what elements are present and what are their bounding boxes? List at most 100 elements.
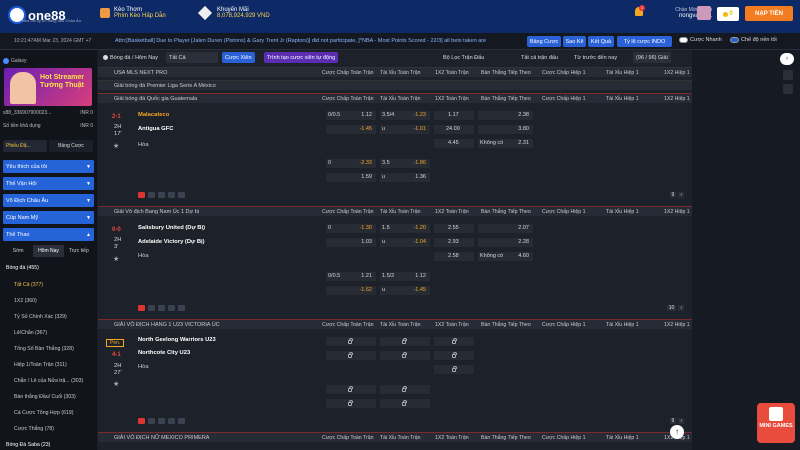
stats-icon[interactable]	[148, 192, 155, 198]
favorite-star-icon[interactable]: ★	[113, 255, 119, 263]
odds-alt-under[interactable]: u 1.36	[380, 173, 430, 182]
match-filter[interactable]: Bộ Lọc Trận Đấu	[440, 52, 487, 63]
league-row-mexico[interactable]: Giải bóng đá Premier Liga Serie A México	[98, 80, 692, 90]
results-button[interactable]: Kết Quả	[588, 36, 614, 47]
live-tv-icon[interactable]	[138, 192, 145, 198]
quick-bet-toggle[interactable]: Cược Nhanh	[679, 37, 722, 43]
odds-under[interactable]: u -1.01	[380, 125, 430, 134]
league-header-guatemala[interactable]: Giải bóng đá Quốc gia Guatemala Cược Chấ…	[98, 93, 692, 103]
more-markets[interactable]: 9 ›	[669, 192, 684, 198]
tab-live[interactable]: Trực tiếp	[64, 245, 94, 257]
sidebar-item-1x2[interactable]: 1X2 (360)	[14, 298, 37, 304]
odds-1x2-home[interactable]: 2.55	[434, 224, 474, 233]
league-header-south-australia[interactable]: Giải Vô địch Bang Nam Úc 1 Dự bị Cược Ch…	[98, 206, 692, 216]
odds-handicap-home[interactable]: 0 -1.30	[326, 224, 376, 233]
promo-hot-odds[interactable]: Kèo Thơm Phím Kèo Hấp Dẫn	[100, 7, 166, 19]
parlay-select[interactable]: Cược Xiên	[222, 52, 255, 63]
sport-saba-soccer[interactable]: Bóng Đá Saba (23)	[6, 442, 50, 448]
promo-bonus[interactable]: Khuyến Mãi 8,078,924,929 VND	[197, 5, 270, 21]
category-copa-america[interactable]: Cúp Nam Mỹ ▼	[3, 211, 94, 224]
sidebar-item-half-odd-even[interactable]: Chẵn / Lẻ của Nửa trậ... (303)	[14, 378, 83, 384]
sidebar-item-correct-score[interactable]: Tỷ Số Chính Xác (329)	[14, 314, 67, 320]
odds-alt-under[interactable]: u -1.45	[380, 286, 430, 295]
odds-format-select[interactable]: Tỷ lệ cược INDO	[617, 36, 672, 47]
odds-alt-handicap-away[interactable]: -1.62	[326, 286, 376, 295]
side-tool-button[interactable]	[783, 84, 793, 94]
announcement-text[interactable]: Attn:[Basketball] Due to Player [Jalen D…	[115, 38, 525, 44]
odds-alt-over[interactable]: 1.5/2 1.12	[380, 272, 430, 281]
avatar[interactable]	[697, 6, 711, 20]
all-select[interactable]: Tất Cả	[166, 52, 218, 63]
odds-over[interactable]: 1.5 -1.20	[380, 224, 430, 233]
pitch-icon[interactable]	[158, 192, 165, 198]
more-markets[interactable]: 9 ›	[669, 418, 684, 424]
galaxy-link[interactable]: Galaxy	[3, 56, 93, 66]
statement-button[interactable]: Sao Kê	[563, 36, 586, 47]
league-header-victoria-u23[interactable]: GIẢI VÔ ĐỊCH HẠNG 1 U23 VICTORIA ÚC Cược…	[98, 319, 692, 329]
odds-alt-handicap-home[interactable]: 0 -2.33	[326, 159, 376, 168]
favorite-star-icon[interactable]: ★	[113, 142, 119, 150]
info-icon[interactable]	[178, 192, 185, 198]
odds-handicap-home[interactable]: 0/0.5 1.12	[326, 111, 376, 120]
chart-icon[interactable]	[168, 305, 175, 311]
hot-streamer-banner[interactable]: Hot Streamer Tường Thuật	[4, 68, 92, 106]
odds-over[interactable]: 3.5/4 -1.23	[380, 111, 430, 120]
pitch-icon[interactable]	[158, 305, 165, 311]
sidebar-item-odd-even[interactable]: Lẻ/Chẵn (367)	[14, 330, 47, 336]
category-favorites[interactable]: Yêu thích của tôi ▼	[3, 160, 94, 173]
live-tv-icon[interactable]	[138, 418, 145, 424]
live-tv-icon[interactable]	[138, 305, 145, 311]
league-select[interactable]: Tất cả trận đấu	[518, 52, 561, 63]
chart-icon[interactable]	[168, 192, 175, 198]
sort-select[interactable]: Từ trước đến nay	[571, 52, 620, 63]
odds-1x2-away[interactable]: 2.93	[434, 238, 474, 247]
odds-next-goal-none[interactable]: Không có 2.31	[478, 139, 533, 148]
league-header-mexico-women[interactable]: GIẢI VÔ ĐỊCH NỮ MEXICO PRIMERA Cược Chấp…	[98, 432, 692, 442]
stats-icon[interactable]	[148, 418, 155, 424]
dark-mode-toggle[interactable]: Chế độ nền tối	[730, 37, 777, 43]
favorite-star-icon[interactable]: ★	[113, 380, 119, 388]
tab-early[interactable]: Sớm	[3, 245, 33, 257]
odds-handicap-away[interactable]: -1.45	[326, 125, 376, 134]
sidebar-item-outright[interactable]: Cược Thắng (78)	[14, 426, 54, 432]
league-header-mls[interactable]: USA MLS NEXT PRO Cược Chấp Toàn Trận Tài…	[98, 67, 692, 77]
odds-next-goal-home[interactable]: 2.38	[478, 111, 533, 120]
balance-box[interactable]: 0	[717, 7, 739, 21]
sport-soccer[interactable]: Bóng đá (455)	[6, 265, 39, 271]
category-euro[interactable]: Vô Địch Châu Âu ▼	[3, 194, 94, 207]
odds-next-goal-away[interactable]: 2.28	[478, 238, 533, 247]
odds-1x2-draw[interactable]: 2.58	[434, 252, 474, 261]
category-olympics[interactable]: Thế Vận Hội ▼	[3, 177, 94, 190]
chart-icon[interactable]	[168, 418, 175, 424]
odds-handicap-away[interactable]: 1.03	[326, 238, 376, 247]
sidebar-item-first-last-goal[interactable]: Bàn thắng Đầu/ Cuối (303)	[14, 394, 76, 400]
odds-alt-over[interactable]: 3.5 -1.86	[380, 159, 430, 168]
sidebar-item-total-goals[interactable]: Tổng Số Bàn Thắng (328)	[14, 346, 74, 352]
tab-today[interactable]: Hôm Nay	[33, 245, 64, 257]
pitch-icon[interactable]	[158, 418, 165, 424]
info-icon[interactable]	[178, 418, 185, 424]
odds-alt-handicap-home[interactable]: 0/0.5 1.21	[326, 272, 376, 281]
deposit-button[interactable]: NẠP TIỀN	[745, 6, 793, 21]
more-markets[interactable]: 10 ›	[666, 305, 684, 311]
bet-list-sidebar-button[interactable]: Bảng Cược	[49, 140, 93, 152]
bet-list-button[interactable]: Bảng Cược	[527, 36, 561, 47]
info-icon[interactable]	[178, 305, 185, 311]
stats-icon[interactable]	[148, 305, 155, 311]
scroll-to-top-icon[interactable]: ↑	[670, 425, 684, 439]
auto-parlay-button[interactable]: Trình tạo cược xiên tự động	[264, 52, 339, 63]
odds-under[interactable]: u -1.04	[380, 238, 430, 247]
odds-next-goal-none[interactable]: Không có 4.60	[478, 252, 533, 261]
odds-next-goal-home[interactable]: 2.07	[478, 224, 533, 233]
odds-1x2-draw[interactable]: 4.45	[434, 139, 474, 148]
category-sports[interactable]: Thể Thao ▲	[3, 228, 94, 241]
sidebar-item-all[interactable]: Tất Cả (377)	[14, 282, 43, 288]
odds-alt-handicap-away[interactable]: 1.59	[326, 173, 376, 182]
odds-1x2-away[interactable]: 24.00	[434, 125, 474, 134]
odds-1x2-home[interactable]: 1.17	[434, 111, 474, 120]
mini-games-button[interactable]: MINI GAMES	[757, 403, 795, 443]
chevron-right-icon[interactable]: ›	[780, 53, 794, 65]
sidebar-item-mix-parlay[interactable]: Cá Cược Tổng Hợp (619)	[14, 410, 73, 416]
side-tool-button[interactable]	[783, 70, 793, 80]
bet-slip-select[interactable]: Phiếu Đặ...	[3, 140, 47, 152]
